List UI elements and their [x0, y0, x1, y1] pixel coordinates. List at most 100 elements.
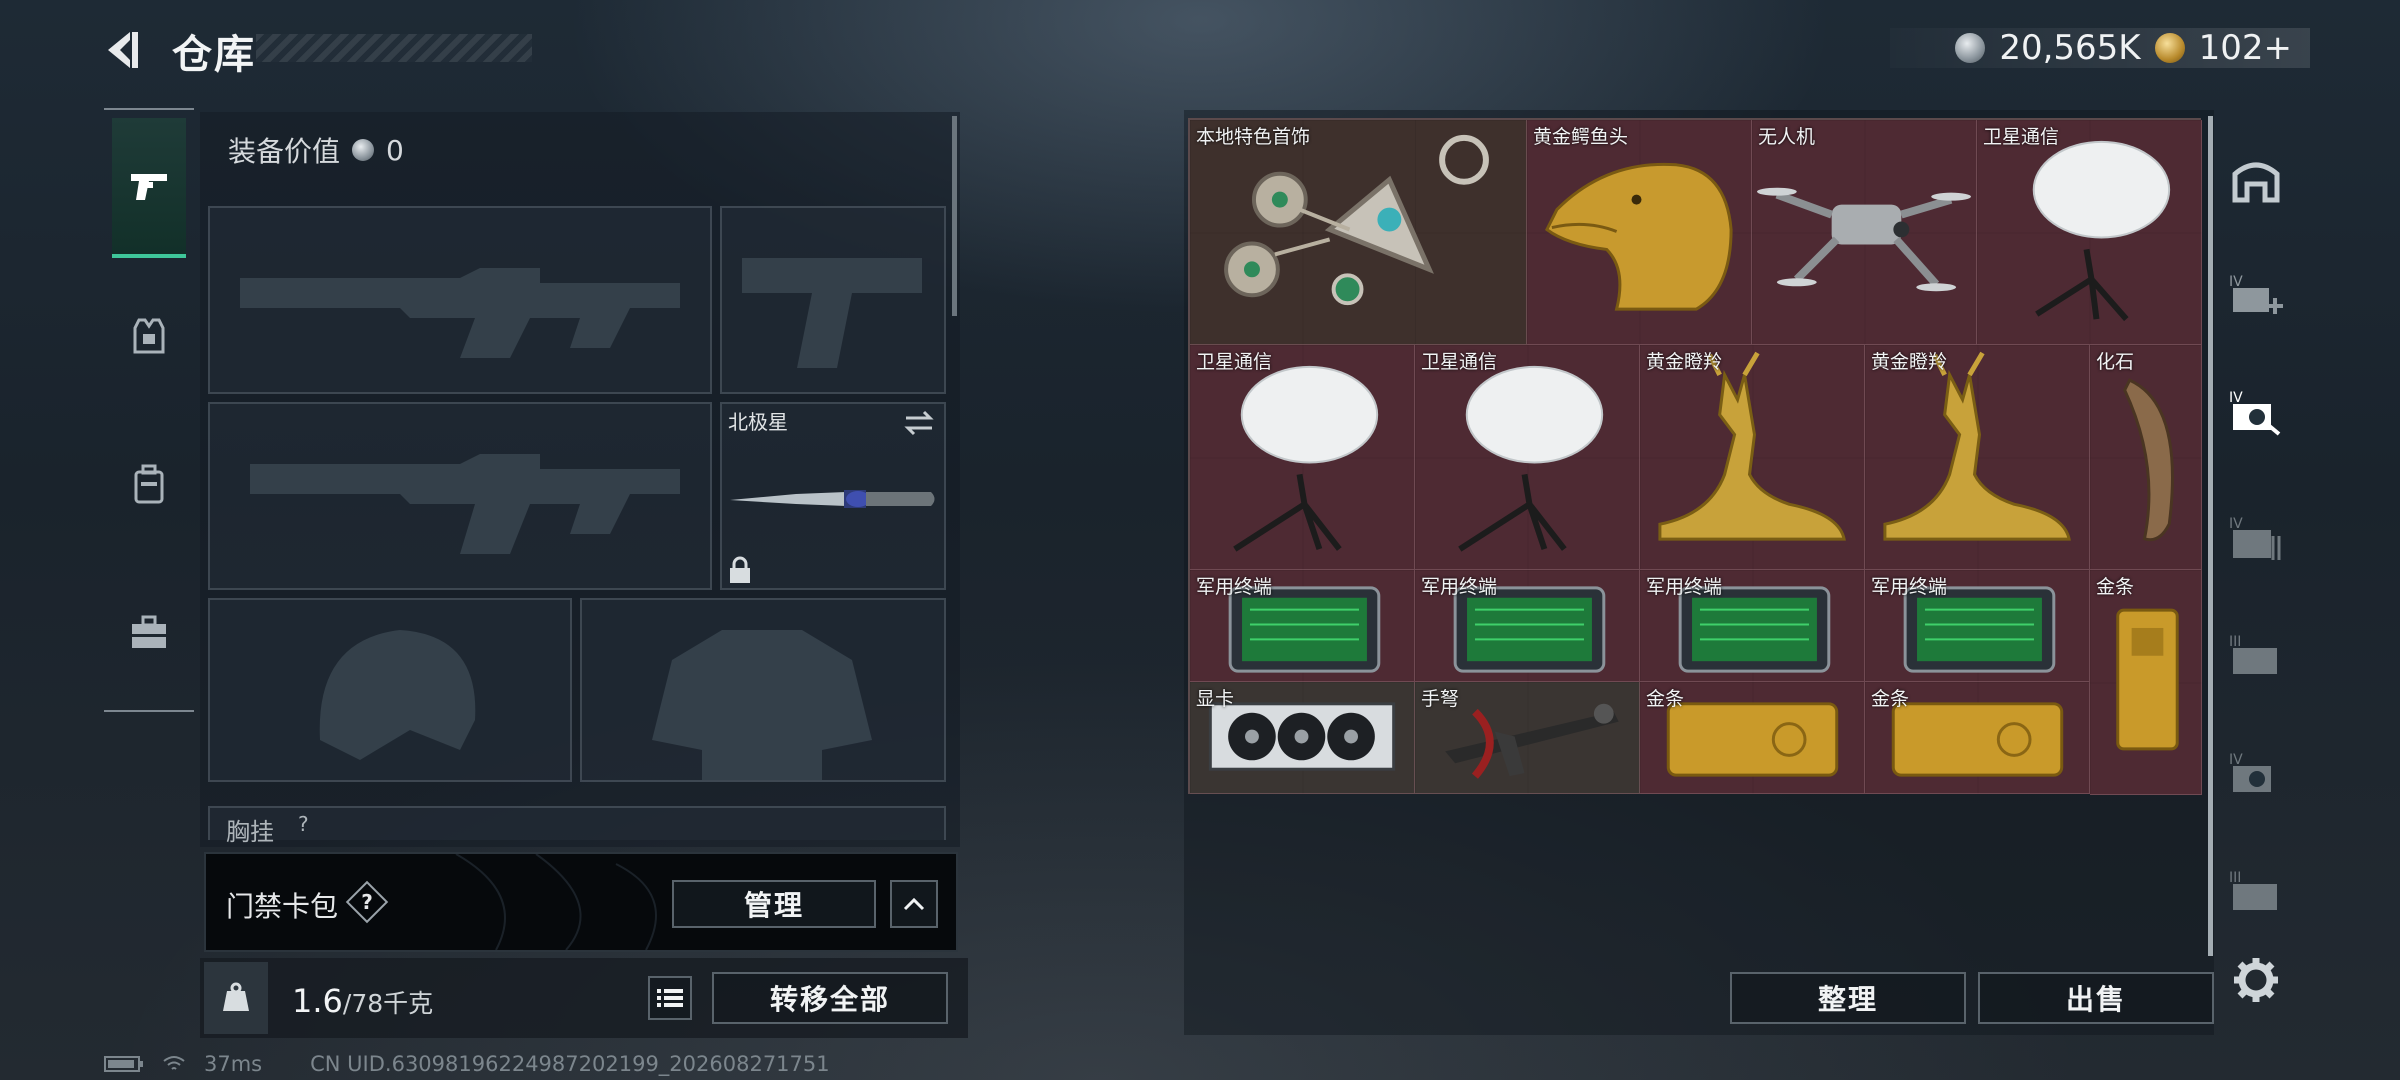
svg-text:III: III [2229, 870, 2241, 886]
home-arch-icon [2232, 162, 2280, 203]
item-name: 军用终端 [1421, 576, 1498, 598]
svg-text:IV: IV [2229, 390, 2243, 406]
fossil-claw-icon [2123, 378, 2174, 542]
weight-icon-box [204, 962, 268, 1034]
battery-icon [104, 1056, 143, 1072]
item-name: 黄金鳄鱼头 [1533, 126, 1629, 148]
item-name: 卫星通信 [1983, 126, 2060, 148]
body-armor-slot[interactable] [580, 598, 946, 782]
back-button[interactable] [100, 26, 148, 74]
tab-case[interactable] [112, 562, 186, 702]
stash-grid: 本地特色首饰 黄金鳄鱼头 无人机 卫星通信 卫星通信 卫星通信 黄金瞪羚 黄金瞪… [1188, 118, 2202, 795]
transfer-all-button[interactable]: 转移全部 [712, 972, 948, 1024]
helmet-silhouette-icon [319, 630, 476, 760]
stash-item[interactable]: 本地特色首饰 [1190, 120, 1527, 345]
loadout-category-tabs [104, 108, 194, 712]
manage-button[interactable]: 管理 [672, 880, 876, 928]
keycard-wallet-label: 门禁卡包 [226, 890, 339, 923]
knife-icon [730, 490, 935, 508]
swap-icon[interactable] [902, 408, 936, 438]
tab-armor[interactable] [112, 266, 186, 406]
stash-item[interactable]: 卫星通信 [1190, 345, 1415, 570]
storage-shelf-icon: III [2229, 634, 2277, 674]
item-name: 本地特色首饰 [1196, 126, 1311, 148]
stash-scrollbar[interactable] [2208, 116, 2213, 956]
gold-balance[interactable]: 102+ [2199, 28, 2292, 68]
lock-icon [730, 556, 750, 583]
stash-item[interactable]: 黄金鳄鱼头 [1527, 120, 1752, 345]
tab-weapons[interactable] [112, 118, 186, 258]
stash-tab-iv-add[interactable]: IV [2222, 262, 2290, 326]
storage-box-icon: IV [2229, 516, 2281, 560]
stash-item[interactable]: 无人机 [1752, 120, 1977, 345]
stash-item[interactable]: 卫星通信 [1977, 120, 2202, 345]
item-name: 金条 [1871, 688, 1910, 710]
status-bar: 37ms CN UID.630981962249872021​99_202608… [104, 1052, 830, 1076]
loadout-scrollbar[interactable] [952, 116, 957, 316]
golden-gazelle-icon [1658, 351, 1846, 541]
svg-text:IV: IV [2229, 752, 2243, 768]
pistol-slot[interactable] [720, 206, 946, 394]
rifle-silhouette-icon [250, 454, 680, 554]
secondary-weapon-slot[interactable] [208, 402, 712, 590]
item-name: 无人机 [1758, 126, 1816, 148]
carry-weight-max: /78千克 [342, 989, 434, 1018]
chest-rig-slot[interactable]: 胸挂 ? [208, 806, 946, 846]
expand-button[interactable] [890, 880, 938, 928]
carry-weight-current: 1.6 [292, 982, 343, 1020]
stash-tab-iii-box[interactable]: III [2222, 860, 2290, 924]
item-name: 手弩 [1421, 688, 1460, 710]
stash-item[interactable]: 金条 [1865, 682, 2090, 794]
item-name: 黄金瞪羚 [1871, 351, 1948, 373]
chevron-up-icon [903, 897, 925, 911]
svg-text:IV: IV [2229, 516, 2243, 532]
stash-tab-iv-storage[interactable]: IV [2222, 506, 2290, 570]
storage-search-icon: IV [2229, 752, 2271, 792]
helmet-slot[interactable] [208, 598, 572, 782]
melee-slot[interactable]: 北极星 [720, 402, 946, 590]
user-uid: CN UID.630981962249872021​99_20260827175… [310, 1052, 830, 1076]
briefcase-icon [132, 615, 166, 648]
satellite-dish-icon [1233, 365, 1379, 552]
svg-text:IV: IV [2229, 274, 2243, 290]
stash-item[interactable]: 军用终端 [1190, 570, 1415, 682]
stash-item[interactable]: 军用终端 [1865, 570, 2090, 682]
gold-bar-icon [2116, 608, 2179, 751]
stash-item[interactable]: 手弩 [1415, 682, 1640, 794]
stash-item[interactable]: 军用终端 [1415, 570, 1640, 682]
stash-item[interactable]: 金条 [2090, 570, 2202, 795]
stash-tab-iii-storage[interactable]: III [2222, 624, 2290, 688]
backpack-icon [134, 464, 164, 504]
stash-item[interactable]: 黄金瞪羚 [1640, 345, 1865, 570]
stash-item[interactable]: 显卡 [1190, 682, 1415, 794]
stash-tab-iv-active[interactable]: IV [2222, 380, 2290, 444]
equip-value-label: 装备价值 [228, 135, 341, 168]
stash-tab-home[interactable] [2222, 148, 2290, 212]
tab-backpack[interactable] [112, 414, 186, 554]
stash-item[interactable]: 卫星通信 [1415, 345, 1640, 570]
gold-coin-icon [2154, 33, 2185, 63]
item-name: 显卡 [1196, 688, 1235, 710]
chest-rig-label: 胸挂 [226, 818, 274, 846]
chest-rig-help-icon[interactable]: ? [298, 812, 309, 836]
rifle-silhouette-icon [240, 268, 680, 358]
list-view-button[interactable] [648, 976, 692, 1020]
currency-bar: 20,565K 102+ [1890, 28, 2310, 68]
sell-button[interactable]: 出售 [1978, 972, 2214, 1024]
primary-weapon-slot[interactable] [208, 206, 712, 394]
item-name: 黄金瞪羚 [1646, 351, 1723, 373]
stash-item[interactable]: 金条 [1640, 682, 1865, 794]
stash-item[interactable]: 化石 [2090, 345, 2202, 570]
stash-item[interactable]: 军用终端 [1640, 570, 1865, 682]
organize-button[interactable]: 整理 [1730, 972, 1966, 1024]
title-decoration [256, 34, 532, 62]
list-icon [657, 989, 683, 1007]
item-name: 军用终端 [1871, 576, 1948, 598]
storage-add-icon: IV [2229, 274, 2283, 314]
settings-button[interactable] [2230, 954, 2282, 1006]
storage-search-icon: IV [2229, 390, 2281, 436]
item-name: 金条 [1646, 688, 1685, 710]
stash-tab-iv-search[interactable]: IV [2222, 742, 2290, 806]
stash-item[interactable]: 黄金瞪羚 [1865, 345, 2090, 570]
svg-text:III: III [2229, 634, 2241, 650]
